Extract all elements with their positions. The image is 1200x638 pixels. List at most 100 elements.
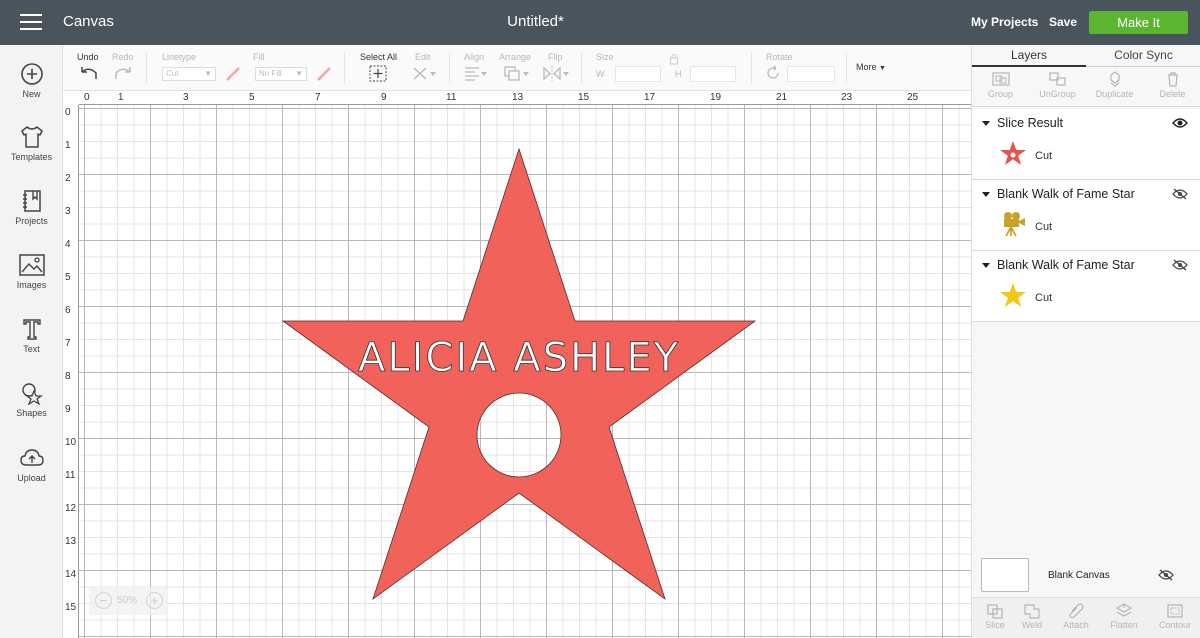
attach-button[interactable]: Attach [1053, 598, 1099, 630]
ruler-tick-label: 3 [183, 92, 189, 103]
layer-group-slice-result[interactable]: Slice Result Cut [972, 109, 1200, 180]
tab-layers[interactable]: Layers [972, 45, 1086, 67]
ruler-tick-label: 15 [578, 92, 590, 103]
ruler-tick-label: 15 [65, 602, 77, 613]
delete-button[interactable]: Delete [1144, 67, 1200, 99]
align-icon[interactable] [463, 65, 489, 82]
my-projects-link[interactable]: My Projects [971, 15, 1038, 29]
size-width-label: W [596, 69, 605, 79]
eye-hidden-icon[interactable] [1172, 259, 1188, 271]
left-sidebar: New Templates Projects Images Text Shape… [0, 45, 63, 638]
blank-canvas-swatch[interactable] [981, 558, 1029, 592]
ruler-tick-label: 9 [65, 404, 71, 415]
ruler-tick-label: 0 [65, 107, 71, 118]
duplicate-label: Duplicate [1095, 89, 1134, 99]
flip-label: Flip [548, 52, 563, 62]
weld-button[interactable]: Weld [1009, 598, 1055, 630]
ruler-tick-label: 17 [644, 92, 656, 103]
collapse-caret-icon[interactable] [982, 121, 990, 126]
bottom-actions: Slice Weld Attach Flatten Contour [972, 597, 1200, 638]
ungroup-label: UnGroup [1039, 89, 1076, 99]
ruler-tick-label: 19 [710, 92, 722, 103]
linetype-select[interactable]: Cut ▼ [162, 67, 216, 81]
sidebar-item-text[interactable]: Text [0, 317, 63, 354]
star-name-text[interactable]: ALICIA ASHLEY [358, 335, 680, 382]
size-width-input[interactable] [615, 66, 661, 82]
sidebar-item-templates[interactable]: Templates [0, 125, 63, 162]
toolbar-separator [846, 53, 847, 83]
align-label: Align [464, 52, 485, 62]
zoom-out-button[interactable]: − [95, 592, 112, 609]
contour-button[interactable]: Contour [1152, 598, 1198, 630]
eye-icon[interactable] [1172, 117, 1188, 129]
rotate-input[interactable] [787, 66, 835, 82]
arrange-label: Arrange [499, 52, 532, 62]
rotate-icon [767, 65, 779, 79]
flip-icon[interactable] [542, 65, 570, 82]
tshirt-icon [20, 126, 43, 148]
attach-label: Attach [1063, 620, 1089, 630]
caret-down-icon: ▼ [295, 69, 303, 78]
undo-icon[interactable] [79, 65, 99, 81]
layer-group-blank-star-2[interactable]: Blank Walk of Fame Star Cut [972, 251, 1200, 322]
size-height-input[interactable] [690, 66, 736, 82]
rotate-label: Rotate [766, 52, 793, 62]
redo-icon[interactable] [113, 65, 133, 81]
horizontal-ruler: 0 1 3 5 7 9 11 13 15 17 19 21 23 25 [79, 91, 971, 105]
sidebar-item-label: Upload [17, 473, 46, 483]
lock-icon[interactable] [668, 53, 680, 65]
edit-scissors-icon[interactable] [411, 65, 437, 82]
delete-label: Delete [1159, 89, 1186, 99]
slice-icon [987, 604, 1003, 619]
eye-hidden-icon[interactable] [1158, 569, 1174, 581]
linetype-value: Cut [166, 69, 179, 78]
ruler-tick-label: 13 [512, 92, 524, 103]
sidebar-item-upload[interactable]: Upload [0, 446, 63, 483]
flatten-button[interactable]: Flatten [1101, 598, 1147, 630]
sidebar-item-images[interactable]: Images [0, 253, 63, 290]
make-it-button[interactable]: Make It [1089, 11, 1188, 34]
slice-star-thumbnail [1000, 141, 1026, 165]
flatten-label: Flatten [1110, 620, 1138, 630]
walk-of-fame-star[interactable]: ALICIA ASHLEY [79, 105, 971, 638]
ruler-tick-label: 14 [65, 569, 77, 580]
edit-toolbar: Undo Redo Linetype Cut ▼ Fill No Fill ▼ … [63, 45, 971, 91]
save-button[interactable]: Save [1049, 15, 1077, 29]
sidebar-item-new[interactable]: New [0, 62, 63, 99]
toolbar-separator [751, 53, 752, 83]
yellow-star-thumbnail [1000, 283, 1026, 307]
arrange-icon[interactable] [503, 65, 531, 82]
sidebar-item-shapes[interactable]: Shapes [0, 381, 63, 418]
layer-group-name: Blank Walk of Fame Star [997, 187, 1135, 201]
select-all-icon[interactable] [369, 65, 387, 82]
more-menu[interactable]: More ▼ [856, 62, 886, 72]
ungroup-button[interactable]: UnGroup [1029, 67, 1086, 99]
eye-hidden-icon[interactable] [1172, 188, 1188, 200]
linetype-label: Linetype [162, 52, 197, 62]
toolbar-separator [449, 53, 450, 83]
group-button[interactable]: Group [972, 67, 1029, 99]
ruler-tick-label: 1 [65, 140, 71, 151]
sidebar-item-projects[interactable]: Projects [0, 189, 63, 226]
collapse-caret-icon[interactable] [982, 192, 990, 197]
duplicate-button[interactable]: Duplicate [1086, 67, 1143, 99]
ruler-tick-label: 2 [65, 173, 71, 184]
collapse-caret-icon[interactable] [982, 263, 990, 268]
zoom-in-button[interactable]: + [146, 592, 163, 609]
layer-group-blank-star-1[interactable]: Blank Walk of Fame Star Cut [972, 180, 1200, 251]
fill-select[interactable]: No Fill ▼ [255, 67, 307, 81]
fill-color-swatch[interactable] [315, 65, 333, 83]
ruler-tick-label: 21 [776, 92, 788, 103]
layer-actions: Group UnGroup Duplicate Delete [972, 67, 1200, 107]
top-bar: Canvas Untitled* My Projects Save Make I… [0, 0, 1200, 45]
ruler-tick-label: 3 [65, 206, 71, 217]
linetype-color-swatch[interactable] [224, 65, 242, 83]
ruler-tick-label: 25 [907, 92, 919, 103]
toolbar-separator [344, 53, 345, 83]
blank-canvas-row[interactable]: Blank Canvas [972, 555, 1200, 599]
ruler-tick-label: 0 [84, 92, 90, 103]
paperclip-icon [1069, 603, 1084, 619]
design-canvas[interactable]: ALICIA ASHLEY [79, 105, 971, 638]
tab-color-sync[interactable]: Color Sync [1086, 45, 1200, 67]
document-title: Untitled* [507, 13, 564, 30]
